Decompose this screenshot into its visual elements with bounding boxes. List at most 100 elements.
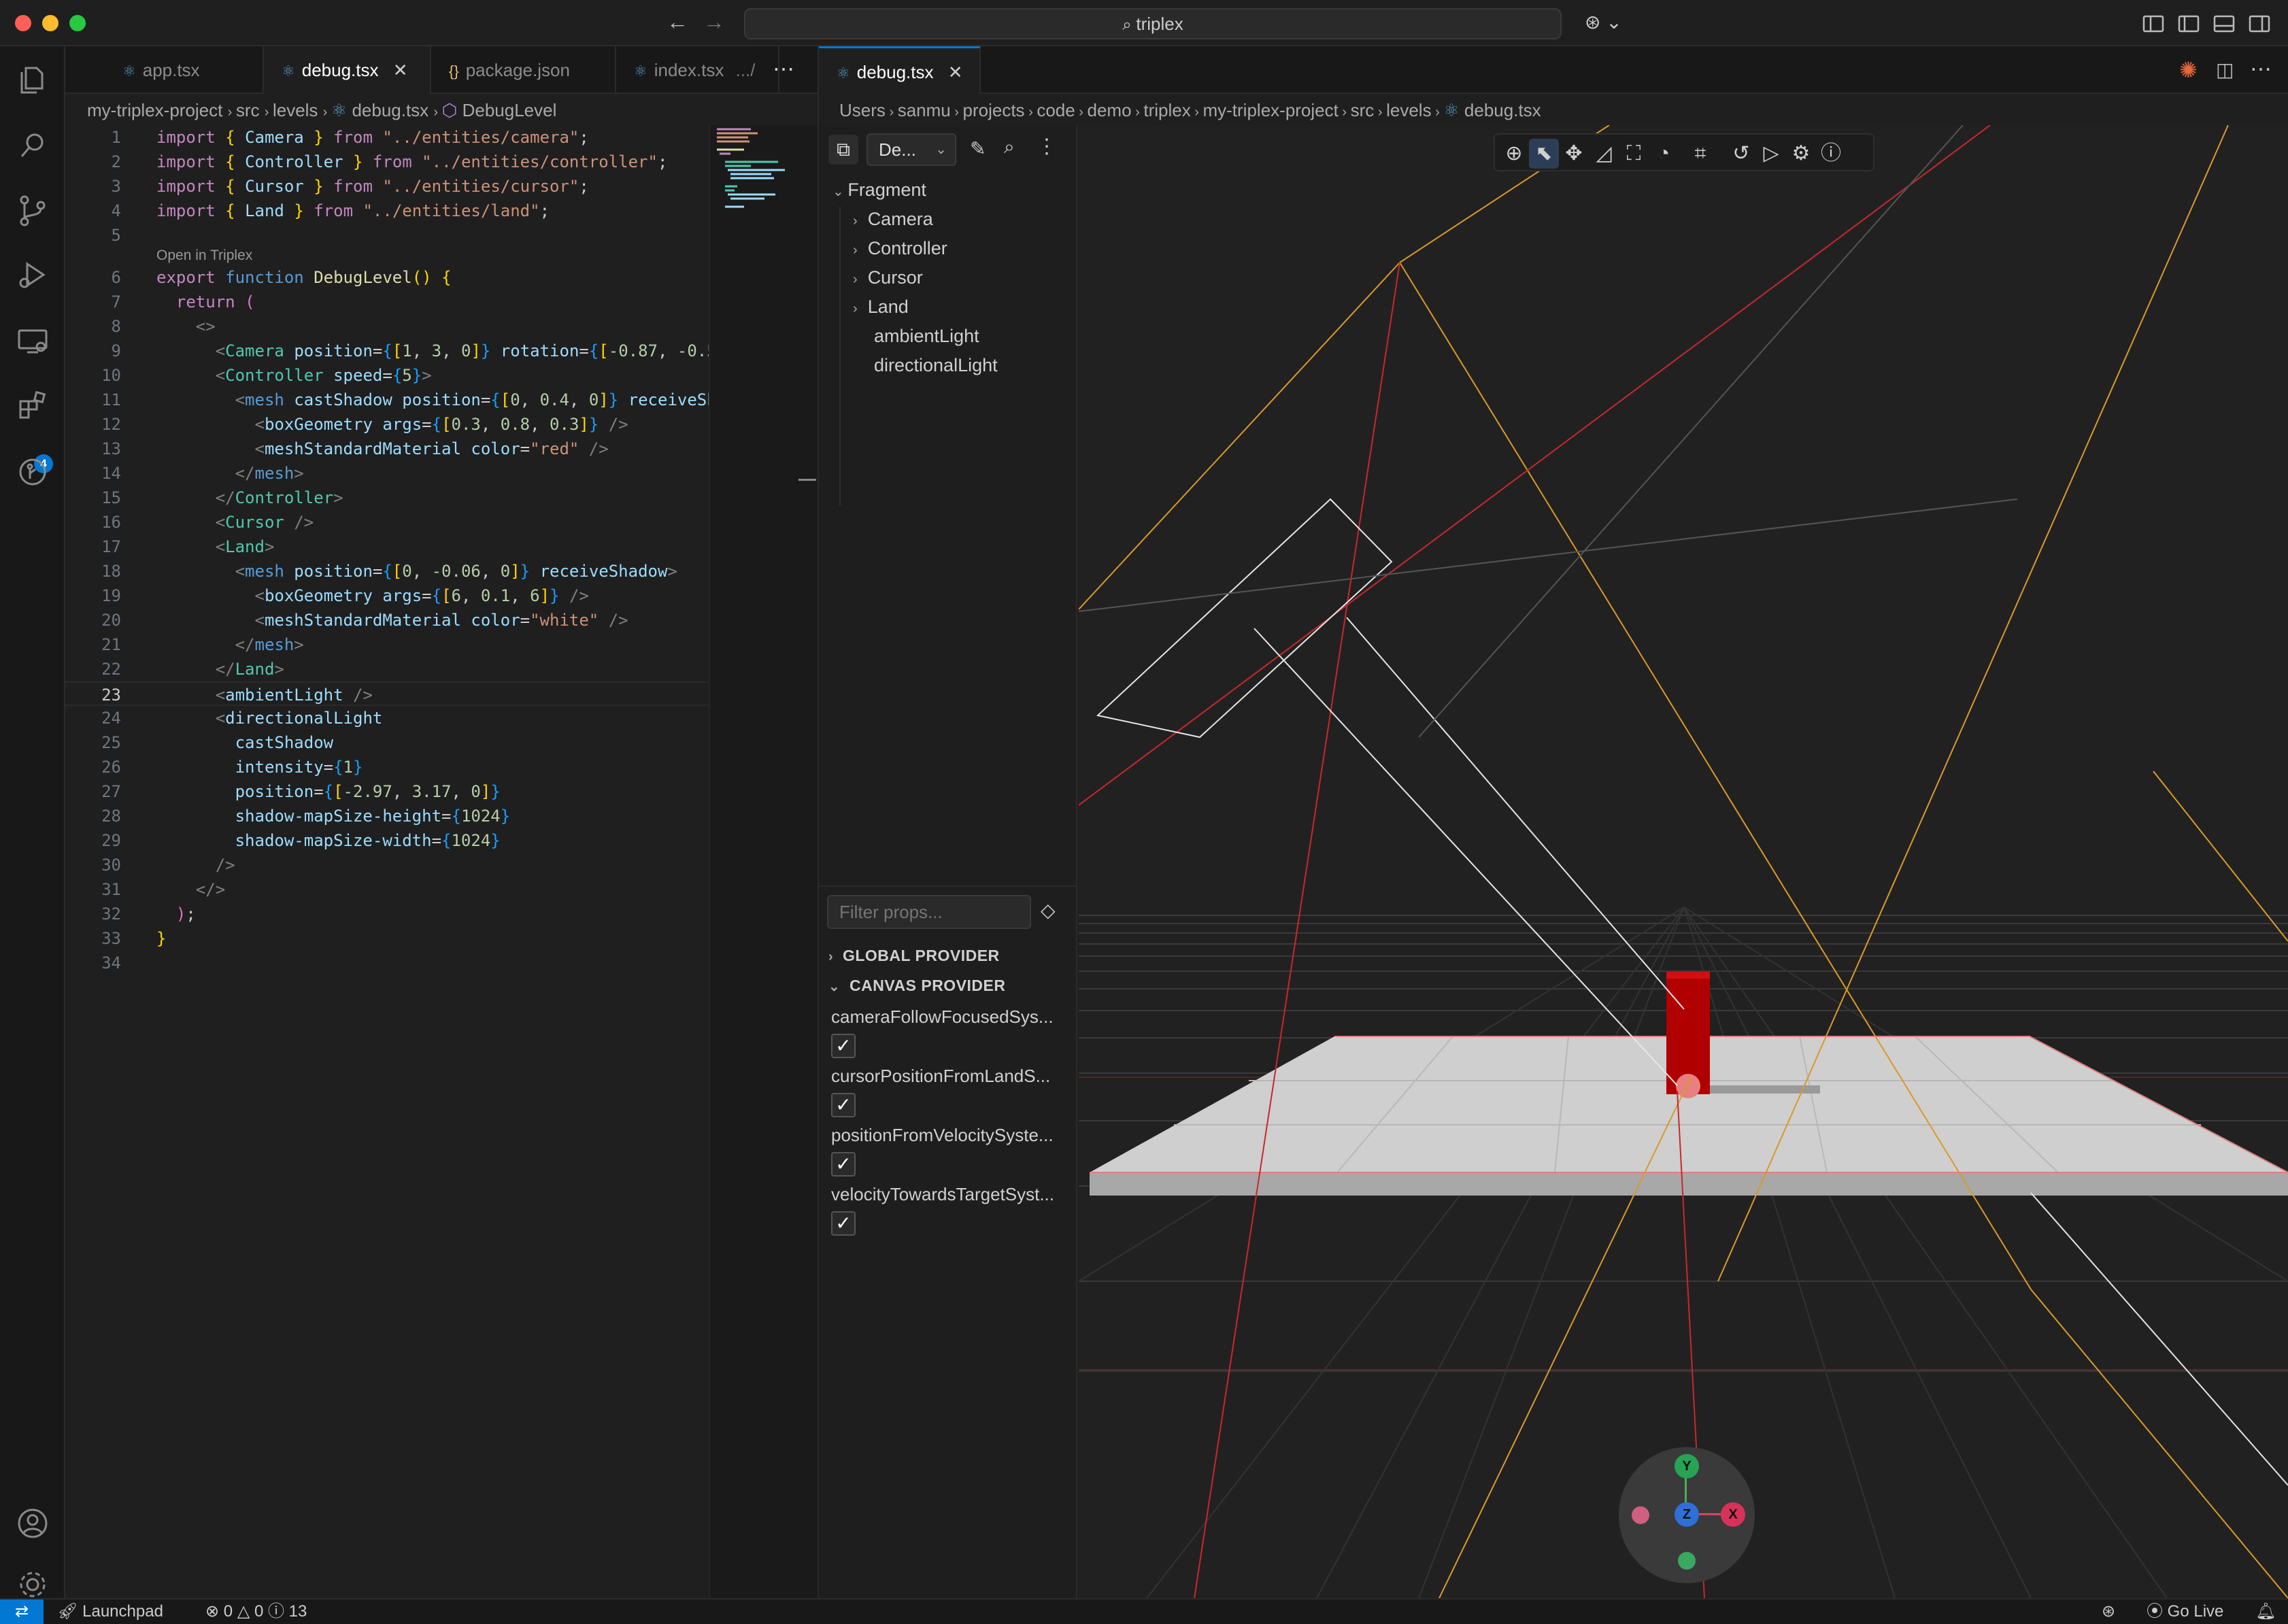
git-graph-icon[interactable]	[12, 452, 53, 492]
global-provider-section[interactable]: › GLOBAL PROVIDER	[828, 947, 1000, 965]
grid-toggle-icon[interactable]: ⌗	[1685, 139, 1715, 169]
run-debug-icon[interactable]	[12, 254, 53, 295]
controller-box-mesh[interactable]	[1666, 972, 1710, 1098]
minimize-window-button[interactable]	[42, 15, 58, 31]
left-editor-tabbar: ⚛ app.tsx ⚛ debug.tsx ✕ {} package.json ⚛ in…	[65, 46, 818, 94]
tab-app-tsx[interactable]: ⚛ app.tsx	[105, 46, 264, 94]
breadcrumb-levels[interactable]: levels	[1386, 100, 1431, 120]
breadcrumb-file[interactable]: debug.tsx	[1464, 100, 1541, 120]
activity-bar: 4 1	[0, 46, 65, 1624]
source-control-icon[interactable]	[12, 190, 53, 231]
account-icon[interactable]	[12, 1503, 53, 1544]
notifications-bell-icon[interactable]: 🔔︎	[2255, 1600, 2276, 1624]
breadcrumb-project[interactable]: my-triplex-project	[87, 100, 222, 120]
scene-canvas[interactable]	[1079, 125, 2288, 1598]
tree-item-fragment[interactable]: ⌄ Fragment	[832, 180, 926, 201]
layers-icon[interactable]: ⧉	[828, 135, 858, 165]
prop-checkbox[interactable]: ✓	[831, 1093, 856, 1117]
tree-item-land[interactable]: › Land	[853, 297, 909, 318]
gizmo-neg-y[interactable]	[1678, 1552, 1696, 1570]
code-editor[interactable]: 1 import { Camera } from "../entities/cam…	[65, 125, 709, 1598]
translate-tool-icon[interactable]: ✥	[1559, 139, 1589, 169]
triplex-logo-icon[interactable]: ✺	[2179, 57, 2198, 83]
maximize-window-button[interactable]	[69, 15, 86, 31]
settings-icon[interactable]: ⚙	[1786, 139, 1816, 169]
copilot-icon[interactable]: ⊛ ⌄	[1585, 11, 1622, 33]
edit-icon[interactable]: ✎	[970, 137, 986, 160]
open-in-triplex-codelens[interactable]: Open in Triplex	[156, 246, 252, 265]
launchpad-item[interactable]: 🚀︎ Launchpad	[57, 1600, 163, 1624]
breadcrumb-demo[interactable]: demo	[1088, 100, 1132, 120]
help-icon[interactable]: ⓘ	[1816, 139, 1846, 169]
command-center-search[interactable]: ⌕ triplex	[744, 8, 1562, 39]
breadcrumb-sanmu[interactable]: sanmu	[898, 100, 951, 120]
tree-item-directionallight[interactable]: directionalLight	[874, 355, 998, 376]
gizmo-x-axis[interactable]: X	[1721, 1502, 1745, 1527]
breadcrumb-src[interactable]: src	[1351, 100, 1375, 120]
more-actions-icon[interactable]: ⋯	[2250, 56, 2272, 82]
close-window-button[interactable]	[15, 15, 31, 31]
react-file-icon: ⚛	[634, 63, 647, 80]
breadcrumb-symbol[interactable]: DebugLevel	[462, 100, 557, 120]
layout-controls	[2141, 12, 2277, 35]
breadcrumb-code[interactable]: code	[1037, 100, 1075, 120]
play-icon[interactable]: ▷	[1756, 139, 1786, 169]
component-select[interactable]: De... ⌄	[867, 133, 956, 166]
filter-props-input[interactable]	[827, 895, 1031, 929]
minimap[interactable]	[709, 125, 818, 1598]
3d-viewport[interactable]: Y Z X	[1079, 125, 2288, 1598]
breadcrumb-triplex[interactable]: triplex	[1143, 100, 1190, 120]
remote-explorer-icon[interactable]	[12, 321, 53, 362]
more-actions-icon[interactable]: ⋯	[773, 56, 794, 82]
back-arrow-icon[interactable]: ←	[667, 10, 688, 35]
breadcrumb-file[interactable]: debug.tsx	[352, 100, 428, 120]
undo-icon[interactable]: ↺	[1726, 139, 1756, 169]
breadcrumb-users[interactable]: Users	[839, 100, 886, 120]
prop-checkbox[interactable]: ✓	[831, 1152, 856, 1177]
split-editor-icon[interactable]: ◫	[2216, 58, 2234, 81]
tree-item-cursor[interactable]: › Cursor	[853, 267, 923, 288]
extensions-icon[interactable]	[12, 386, 53, 427]
scale-tool-icon[interactable]: ⛶	[1619, 139, 1649, 169]
axis-lines	[1079, 125, 1991, 1598]
problems-item[interactable]: ⊗ 0 △ 0 ⓘ 13	[205, 1600, 307, 1624]
more-vertical-icon[interactable]: ⋮	[1037, 135, 1057, 158]
remote-indicator-icon[interactable]: ⇄	[0, 1600, 44, 1624]
search-icon[interactable]: ⌕	[1004, 136, 1015, 158]
gizmo-neg-x[interactable]	[1632, 1506, 1649, 1524]
tree-item-controller[interactable]: › Controller	[853, 238, 947, 259]
prop-checkbox[interactable]: ✓	[831, 1034, 856, 1058]
chevron-down-icon: ⌄	[828, 979, 841, 994]
rocket-icon: 🚀︎	[57, 1602, 78, 1621]
select-tool-icon[interactable]: ⬉	[1529, 139, 1559, 169]
canvas-provider-section[interactable]: ⌄ CANVAS PROVIDER	[828, 977, 1005, 995]
tree-item-ambientlight[interactable]: ambientLight	[874, 326, 979, 347]
orientation-gizmo[interactable]: Y Z X	[1619, 1447, 1755, 1583]
breadcrumb-src[interactable]: src	[236, 100, 260, 120]
search-icon[interactable]	[12, 125, 53, 166]
forward-arrow-icon[interactable]: →	[703, 10, 725, 35]
gizmo-z-axis[interactable]: Z	[1675, 1502, 1699, 1527]
gizmo-y-axis[interactable]: Y	[1675, 1454, 1699, 1478]
copilot-status-icon[interactable]: ⊛	[2102, 1600, 2115, 1624]
prop-label: positionFromVelocitySyste...	[831, 1125, 1054, 1145]
chevron-down-icon: ⌄	[935, 142, 947, 157]
tab-debug-tsx[interactable]: ⚛ debug.tsx ✕	[264, 46, 431, 94]
rotate-tool-icon[interactable]: ◿	[1589, 139, 1619, 169]
close-tab-icon[interactable]: ✕	[393, 60, 408, 80]
tag-icon[interactable]: ◇	[1041, 899, 1056, 921]
close-tab-icon[interactable]: ✕	[948, 62, 963, 82]
tab-package-json[interactable]: {} package.json	[431, 46, 616, 94]
world-space-icon[interactable]: ⊕	[1499, 139, 1529, 169]
breadcrumb-levels[interactable]: levels	[273, 100, 318, 120]
go-live-item[interactable]: ⦿ Go Live	[2147, 1600, 2223, 1624]
breadcrumb-projects[interactable]: projects	[963, 100, 1025, 120]
search-text: triplex	[1136, 14, 1183, 34]
tree-item-camera[interactable]: › Camera	[853, 209, 933, 230]
tab-index-tsx[interactable]: ⚛ index.tsx .../	[616, 46, 779, 94]
tab-debug-tsx-triplex[interactable]: ⚛ debug.tsx ✕	[819, 46, 981, 94]
explorer-icon[interactable]	[12, 60, 53, 101]
prop-checkbox[interactable]: ✓	[831, 1211, 856, 1236]
breadcrumb-project[interactable]: my-triplex-project	[1202, 100, 1338, 120]
snap-camera-icon[interactable]: ◔	[1649, 139, 1679, 169]
